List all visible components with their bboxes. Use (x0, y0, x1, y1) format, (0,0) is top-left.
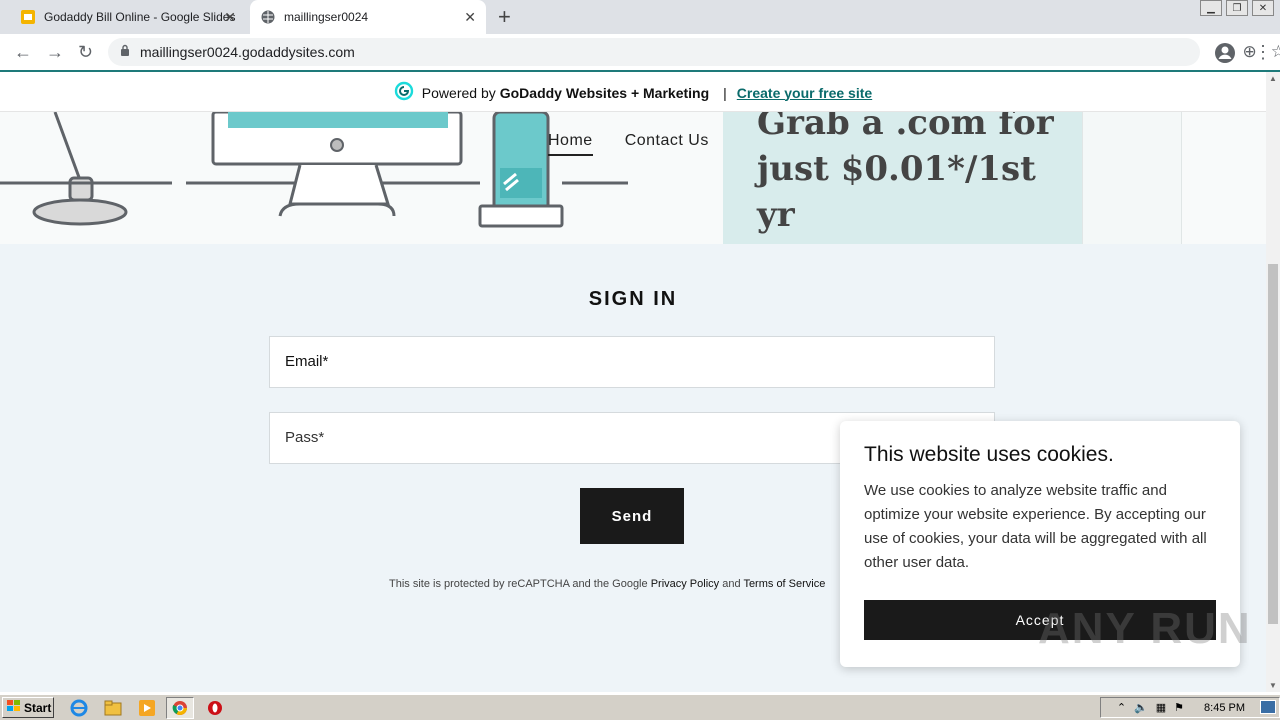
domain-promo-banner: Grab a .com for just $0.01*/1st yr (723, 112, 1082, 244)
tab-bar: Godaddy Bill Online - Google Slides ✕ ma… (0, 0, 1280, 34)
godaddy-brand: GoDaddy Websites + Marketing (499, 84, 710, 101)
separator: | (723, 84, 727, 101)
cookie-title: This website uses cookies. (864, 443, 1114, 466)
password-label: Pass* (285, 429, 325, 446)
reload-icon[interactable]: ↻ (78, 43, 93, 61)
powered-by-text: Powered by (421, 84, 496, 101)
toolbar: ← → ↻ maillingser0024.godaddysites.com ⊕… (0, 34, 1280, 72)
new-tab-button[interactable]: + (498, 5, 511, 29)
tab-google-slides[interactable]: Godaddy Bill Online - Google Slides ✕ (10, 0, 246, 34)
scroll-up-icon[interactable]: ▲ (1269, 74, 1277, 83)
url-text: maillingser0024.godaddysites.com (140, 44, 355, 60)
site-nav: Home Contact Us (548, 132, 709, 156)
address-bar[interactable]: maillingser0024.godaddysites.com ⊕ ☆ (108, 38, 1280, 66)
close-window-button[interactable]: ✕ (1252, 0, 1274, 16)
start-button[interactable]: Start (2, 697, 54, 718)
recaptcha-text: This site is protected by reCAPTCHA and … (389, 578, 648, 590)
email-label: Email* (285, 353, 329, 370)
anyrun-watermark: ANY RUN (1038, 604, 1252, 653)
recaptcha-notice: This site is protected by reCAPTCHA and … (389, 578, 825, 590)
google-slides-icon (20, 9, 36, 25)
sign-in-title: SIGN IN (588, 288, 678, 310)
page-scrollbar[interactable]: ▲ ▼ (1266, 72, 1280, 692)
volume-icon[interactable]: 🔈 (1134, 701, 1148, 714)
chrome-taskbar-icon[interactable] (166, 697, 194, 719)
godaddy-logo-icon (394, 81, 414, 104)
media-player-icon[interactable] (138, 699, 156, 717)
close-tab-icon[interactable]: ✕ (224, 9, 236, 25)
close-tab-icon[interactable]: ✕ (464, 9, 476, 25)
back-icon[interactable]: ← (14, 43, 32, 61)
email-field[interactable]: Email* (269, 336, 995, 388)
globe-icon (260, 9, 276, 25)
send-button[interactable]: Send (580, 488, 684, 544)
tab-title: Godaddy Bill Online - Google Slides (44, 10, 236, 24)
forward-icon[interactable]: → (46, 43, 64, 61)
scroll-down-icon[interactable]: ▼ (1269, 681, 1277, 690)
action-center-flag-icon[interactable]: ⚑ (1174, 701, 1184, 714)
nav-contact-link[interactable]: Contact Us (625, 132, 709, 156)
nav-home-link[interactable]: Home (548, 132, 593, 156)
file-explorer-icon[interactable] (104, 699, 122, 717)
restore-button[interactable]: ❐ (1226, 0, 1248, 16)
start-label: Start (24, 700, 52, 715)
hero-banner: Home Contact Us Grab a .com for just $0.… (0, 112, 1266, 244)
scroll-thumb[interactable] (1268, 264, 1278, 624)
profile-icon[interactable] (1214, 42, 1236, 67)
taskbar: Start ⌃ 🔈 ▦ ⚑ 8:45 PM (0, 694, 1280, 720)
hero-side-panel (1082, 112, 1182, 244)
godaddy-banner: Powered by GoDaddy Websites + Marketing … (0, 74, 1266, 112)
and-text: and (722, 578, 741, 590)
system-tray: ⌃ 🔈 ▦ ⚑ 8:45 PM (1100, 697, 1280, 718)
tab-maillingser[interactable]: maillingser0024 ✕ (250, 0, 486, 34)
internet-explorer-icon[interactable] (70, 699, 88, 717)
minimize-button[interactable]: ▁ (1200, 0, 1222, 16)
windows-logo-icon (7, 700, 21, 715)
terms-of-service-link[interactable]: Terms of Service (743, 578, 825, 590)
window-controls: ▁ ❐ ✕ (1200, 0, 1274, 16)
privacy-policy-link[interactable]: Privacy Policy (651, 578, 719, 590)
devices-illustration (0, 112, 628, 228)
menu-kebab-icon[interactable]: ⋮ (1254, 43, 1272, 61)
show-desktop-icon[interactable] (1260, 700, 1276, 714)
opera-icon[interactable] (206, 699, 224, 717)
lock-icon (120, 43, 130, 61)
network-icon[interactable]: ▦ (1156, 701, 1166, 714)
create-site-link[interactable]: Create your free site (737, 85, 872, 101)
tab-title: maillingser0024 (284, 10, 369, 24)
cookie-body: We use cookies to analyze website traffi… (864, 482, 1207, 571)
clock[interactable]: 8:45 PM (1204, 702, 1245, 714)
promo-text: Grab a .com for just $0.01*/1st yr (757, 112, 1054, 235)
tray-expand-icon[interactable]: ⌃ (1117, 701, 1126, 714)
bookmark-star-icon[interactable]: ☆ (1271, 42, 1280, 62)
